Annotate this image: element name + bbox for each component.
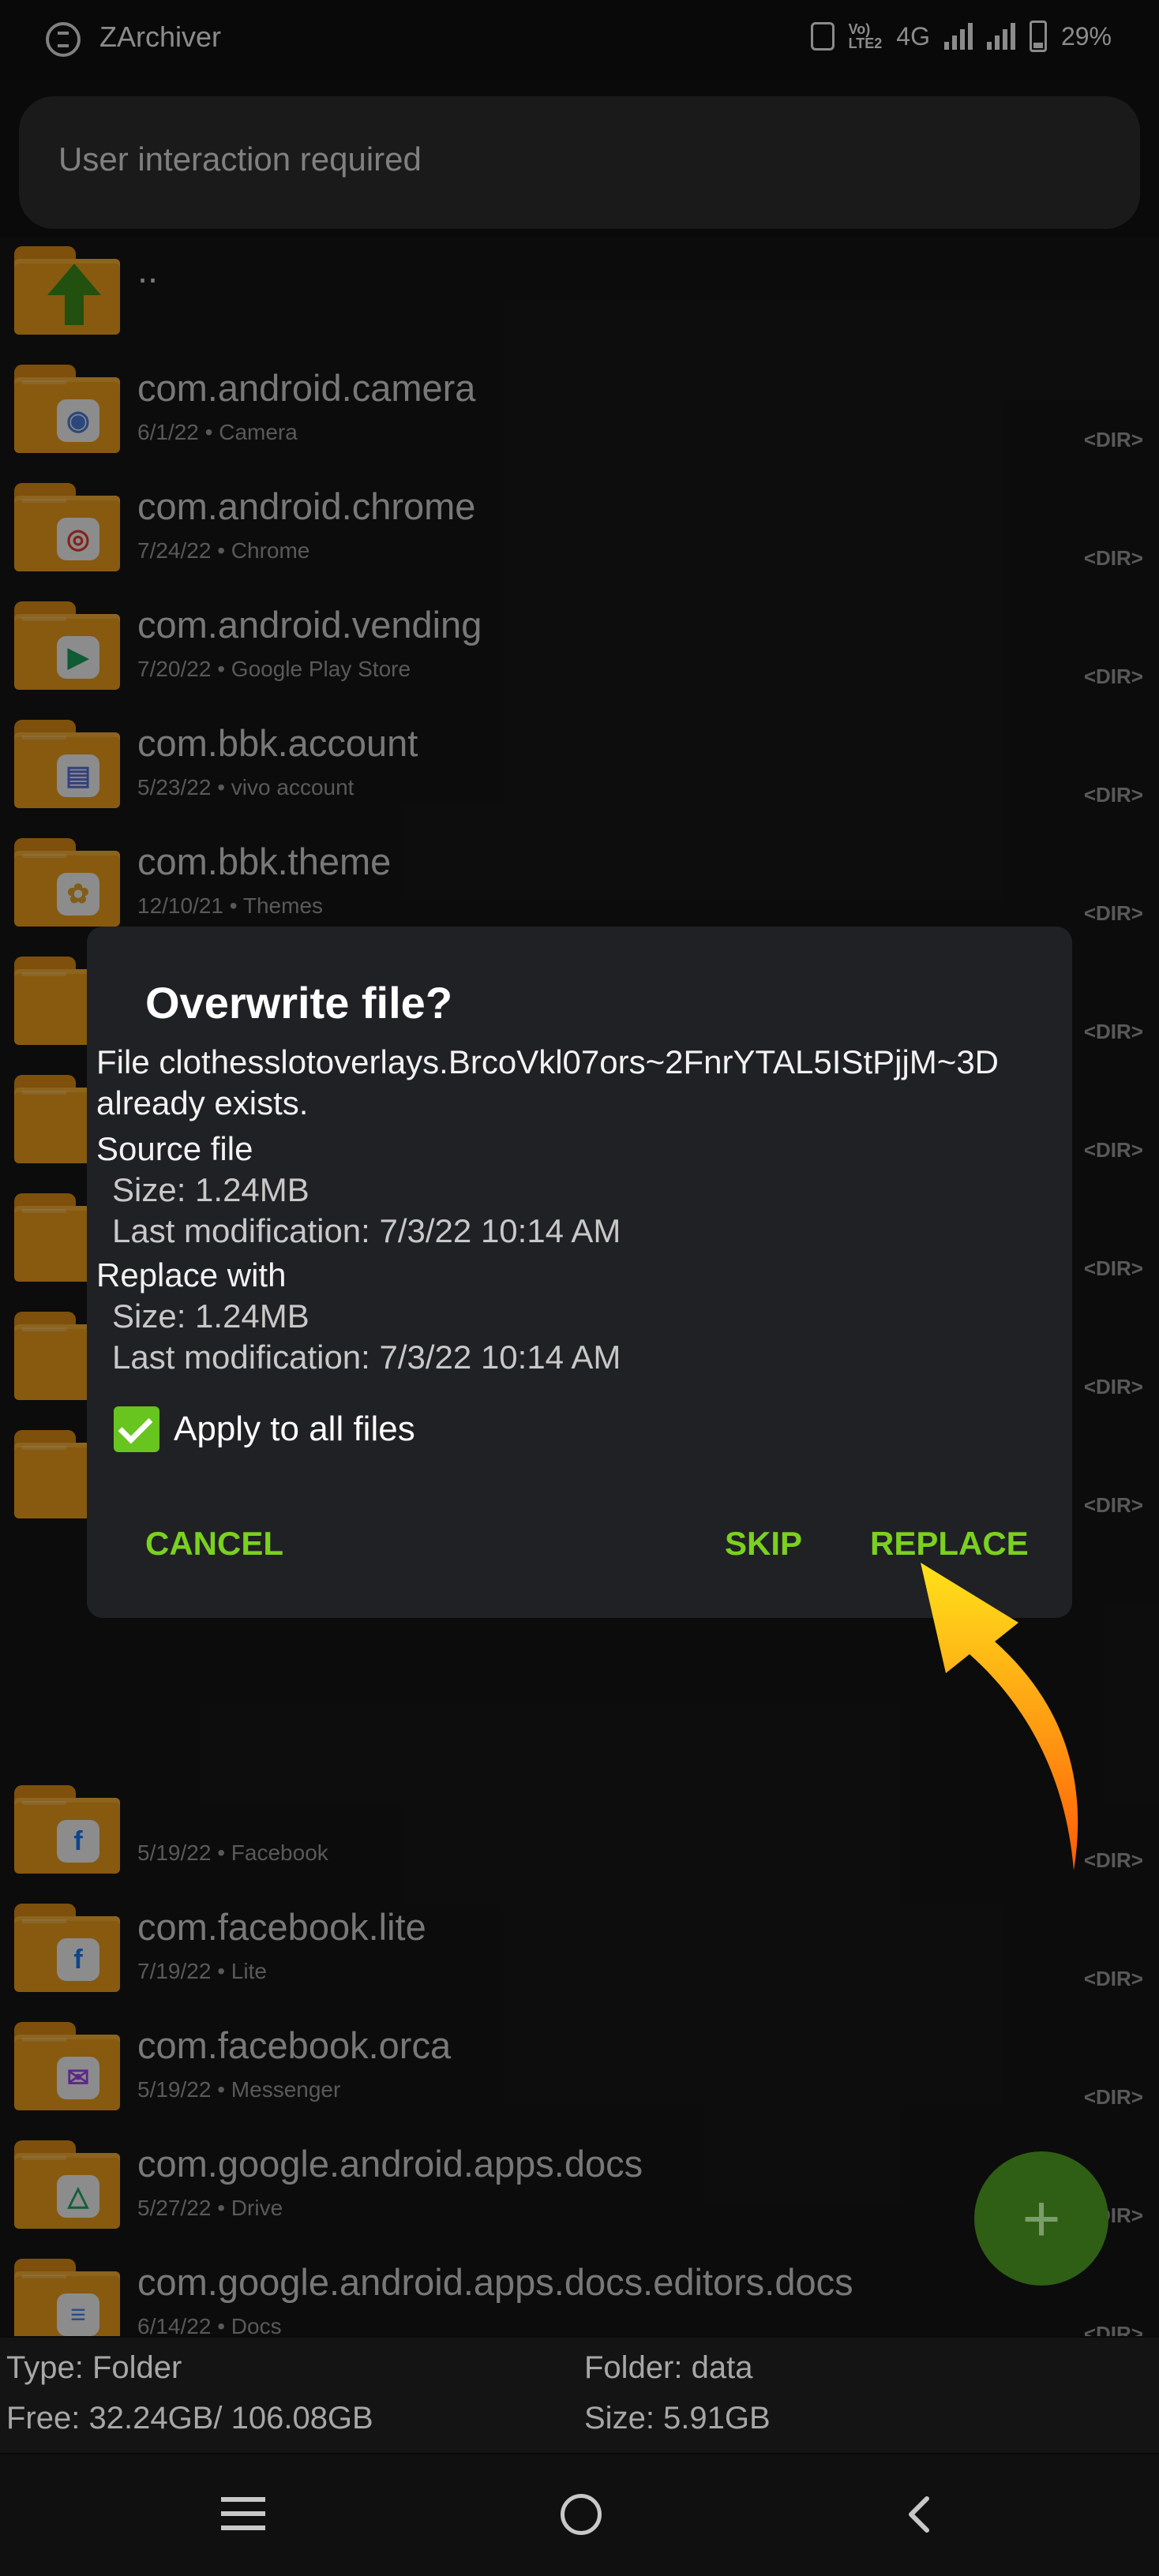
source-heading: Source file bbox=[96, 1130, 253, 1167]
menu-icon[interactable] bbox=[221, 2497, 265, 2530]
cancel-button[interactable]: CANCEL bbox=[145, 1525, 283, 1563]
pointer-arrow-icon bbox=[921, 1563, 1078, 1870]
dialog-message-line1: File clothesslotoverlays.BrcoVkl07ors~2F… bbox=[96, 1043, 1000, 1080]
plus-icon: + bbox=[1022, 2181, 1061, 2256]
dialog-message: File clothesslotoverlays.BrcoVkl07ors~2F… bbox=[96, 1042, 1067, 1378]
folder-info-bar: Type: Folder Free: 32.24GB/ 106.08GB Fol… bbox=[0, 2338, 1159, 2453]
replace-size: Size: 1.24MB bbox=[112, 1297, 309, 1335]
home-icon[interactable] bbox=[561, 2494, 602, 2535]
source-size: Size: 1.24MB bbox=[112, 1171, 309, 1208]
info-size: Size: 5.91GB bbox=[584, 2401, 771, 2436]
dialog-message-line2: already exists. bbox=[96, 1084, 309, 1121]
apply-all-checkbox[interactable] bbox=[114, 1406, 159, 1452]
back-icon[interactable] bbox=[900, 2494, 941, 2535]
apply-all-label[interactable]: Apply to all files bbox=[174, 1410, 415, 1449]
add-fab-button[interactable]: + bbox=[974, 2151, 1108, 2286]
replace-heading: Replace with bbox=[96, 1256, 287, 1294]
source-modified: Last modification: 7/3/22 10:14 AM bbox=[112, 1212, 621, 1249]
info-free: Free: 32.24GB/ 106.08GB bbox=[6, 2401, 373, 2436]
replace-modified: Last modification: 7/3/22 10:14 AM bbox=[112, 1339, 621, 1376]
info-type: Type: Folder bbox=[6, 2350, 182, 2385]
skip-button[interactable]: SKIP bbox=[725, 1525, 802, 1563]
overwrite-dialog: Overwrite file? File clothesslotoverlays… bbox=[87, 927, 1072, 1618]
info-folder: Folder: data bbox=[584, 2350, 753, 2385]
navigation-bar bbox=[0, 2454, 1159, 2576]
dialog-title: Overwrite file? bbox=[145, 978, 453, 1028]
